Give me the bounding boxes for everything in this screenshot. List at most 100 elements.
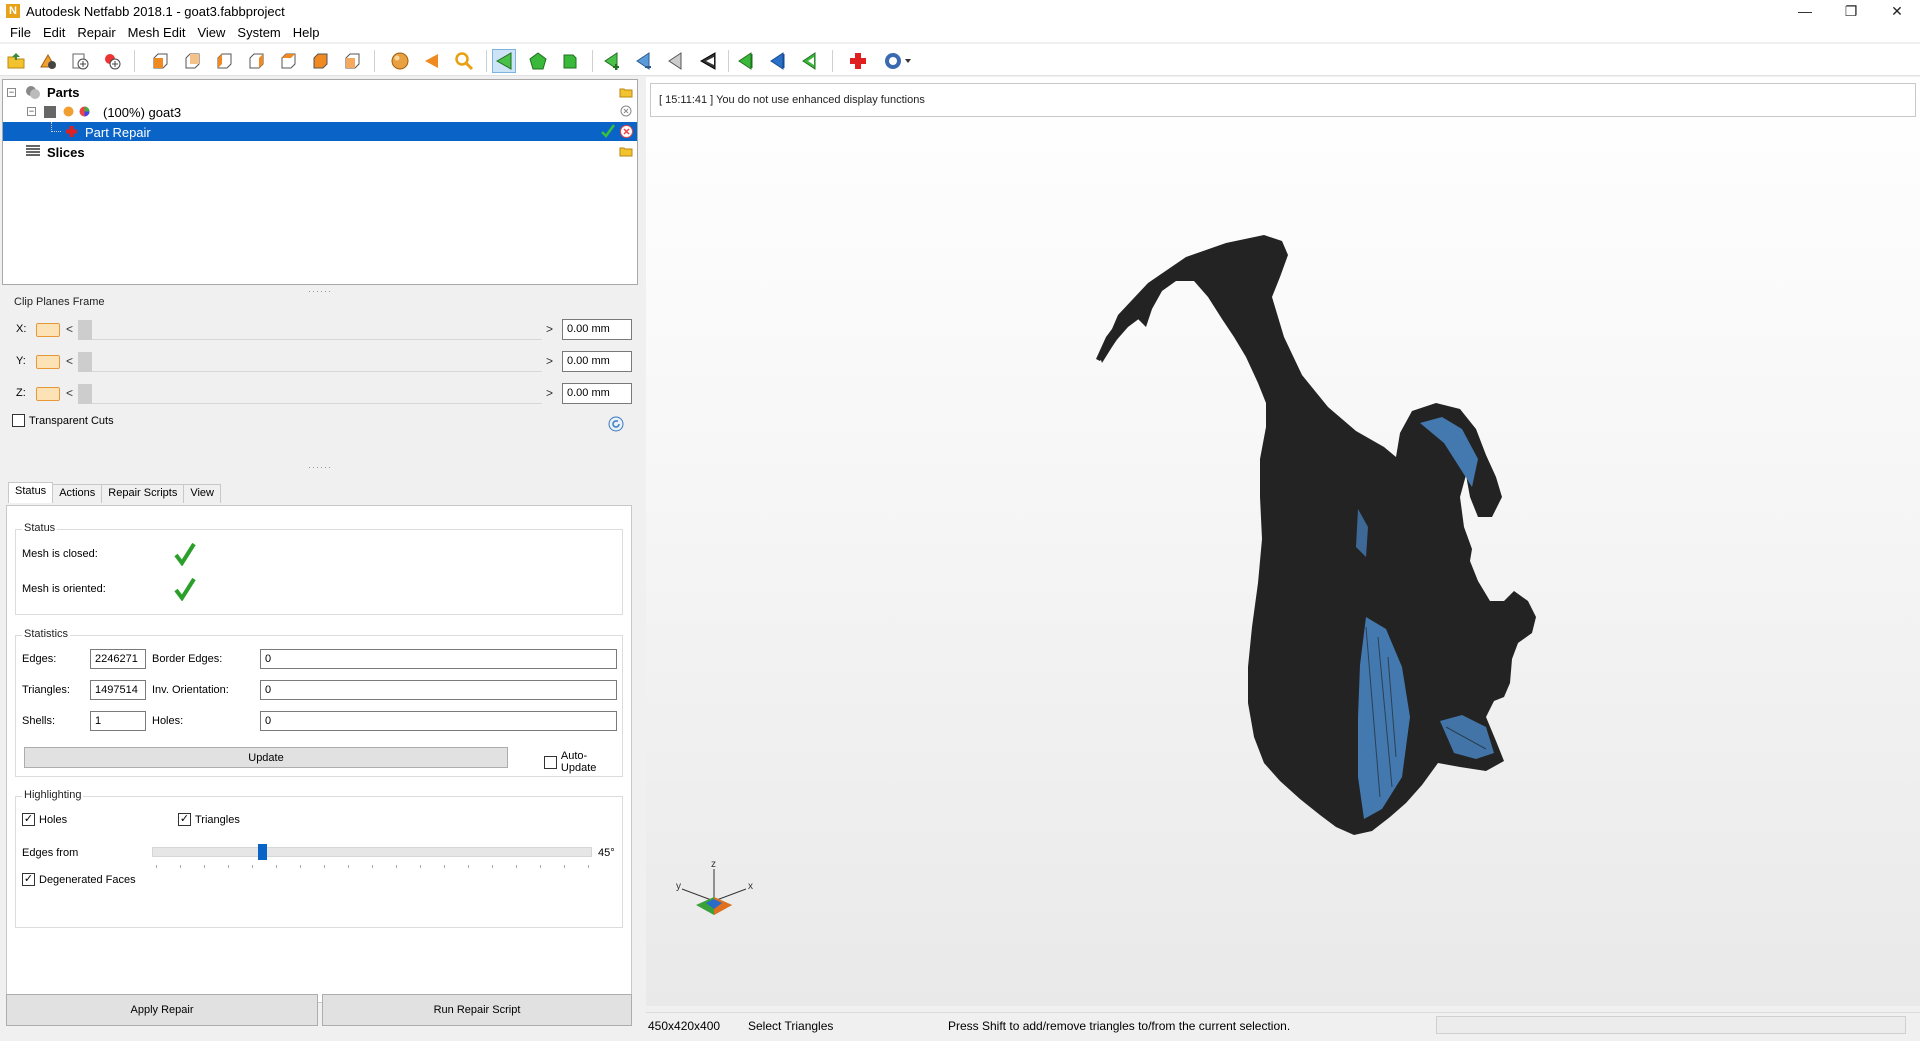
clip-decrease-button[interactable]: < xyxy=(66,386,73,400)
tab-view[interactable]: View xyxy=(183,484,221,503)
splitter-handle[interactable]: ······ xyxy=(305,463,335,472)
slider-tick xyxy=(228,865,229,868)
holes-stat-value: 0 xyxy=(260,711,617,731)
clip-increase-button[interactable]: > xyxy=(546,386,553,400)
reset-icon[interactable] xyxy=(608,416,624,432)
flip-green-icon[interactable] xyxy=(734,49,758,73)
clip-decrease-button[interactable]: < xyxy=(66,322,73,336)
clip-value-field[interactable]: 0.00 mm xyxy=(562,351,632,372)
clip-value-field[interactable]: 0.00 mm xyxy=(562,319,632,340)
close-window-button[interactable]: ✕ xyxy=(1874,0,1920,22)
clip-slider-track[interactable] xyxy=(78,384,542,404)
clip-value-field[interactable]: 0.00 mm xyxy=(562,383,632,404)
triangles-checkbox[interactable]: ✓ xyxy=(178,813,191,826)
flip-green-outline-icon[interactable] xyxy=(798,49,822,73)
selection-tool-icon[interactable] xyxy=(664,49,688,73)
select-shell-icon[interactable] xyxy=(558,49,582,73)
degenerated-faces-checkbox[interactable]: ✓ xyxy=(22,873,35,886)
repair-cross-small-icon xyxy=(66,126,77,137)
menu-system[interactable]: System xyxy=(231,25,286,40)
holes-option[interactable]: ✓ Holes xyxy=(22,813,67,826)
view-iso-icon[interactable] xyxy=(340,49,364,73)
clip-slider-thumb[interactable] xyxy=(78,352,92,372)
holes-checkbox[interactable]: ✓ xyxy=(22,813,35,826)
menu-file[interactable]: File xyxy=(4,25,37,40)
tab-actions[interactable]: Actions xyxy=(52,484,103,503)
clip-slider-thumb[interactable] xyxy=(78,384,92,404)
edges-label: Edges: xyxy=(22,653,57,665)
zoom-icon[interactable] xyxy=(452,49,476,73)
triangles-option[interactable]: ✓ Triangles xyxy=(178,813,240,826)
open-folder-icon[interactable] xyxy=(619,145,633,157)
degenerated-faces-label: Degenerated Faces xyxy=(39,873,136,886)
slider-tick xyxy=(468,865,469,868)
menu-mesh-edit[interactable]: Mesh Edit xyxy=(122,25,192,40)
minimize-button[interactable]: — xyxy=(1782,0,1828,22)
add-triangle-icon[interactable] xyxy=(600,49,624,73)
sphere-icon[interactable] xyxy=(388,49,412,73)
mesh-closed-check-icon xyxy=(174,542,196,566)
edges-from-slider-track[interactable] xyxy=(152,847,592,857)
open-project-icon[interactable] xyxy=(4,49,28,73)
view-left-icon[interactable] xyxy=(212,49,236,73)
open-folder-icon[interactable] xyxy=(619,86,633,98)
new-icon[interactable] xyxy=(100,49,124,73)
menu-edit[interactable]: Edit xyxy=(37,25,71,40)
view-right-icon[interactable] xyxy=(244,49,268,73)
view-top-icon[interactable] xyxy=(276,49,300,73)
arrow-left-icon[interactable] xyxy=(420,49,444,73)
degenerated-faces-option[interactable]: ✓ Degenerated Faces xyxy=(22,873,136,886)
restore-button[interactable]: ❐ xyxy=(1828,0,1874,22)
auto-update-option[interactable]: Auto-Update xyxy=(544,750,622,774)
select-triangle-icon[interactable] xyxy=(492,49,516,73)
splitter-handle[interactable]: ······ xyxy=(305,287,335,296)
clip-enable-toggle[interactable] xyxy=(36,355,60,369)
menu-view[interactable]: View xyxy=(191,25,231,40)
view-back-icon[interactable] xyxy=(180,49,204,73)
edges-from-slider-thumb[interactable] xyxy=(258,844,267,860)
collapse-toggle[interactable]: − xyxy=(7,88,16,97)
transparent-cuts-option[interactable]: Transparent Cuts xyxy=(12,414,114,427)
tree-item-goat3[interactable]: − (100%) goat3 xyxy=(3,102,637,121)
parts-icon xyxy=(26,86,40,99)
menu-repair[interactable]: Repair xyxy=(71,25,121,40)
shells-value: 1 xyxy=(90,711,146,731)
slider-tick xyxy=(276,865,277,868)
apply-check-icon[interactable] xyxy=(601,124,615,138)
tab-status[interactable]: Status xyxy=(8,482,54,503)
transparent-cuts-checkbox[interactable] xyxy=(12,414,25,427)
clip-row-z: Z: < > 0.00 mm xyxy=(12,382,632,406)
goat-mesh-model[interactable] xyxy=(1066,197,1586,957)
tree-item-slices[interactable]: Slices xyxy=(3,142,637,161)
clip-slider-thumb[interactable] xyxy=(78,320,92,340)
cancel-repair-icon[interactable] xyxy=(620,125,633,138)
flip-blue-icon[interactable] xyxy=(766,49,790,73)
view-front-icon[interactable] xyxy=(148,49,172,73)
clip-slider-track[interactable] xyxy=(78,320,542,340)
update-button[interactable]: Update xyxy=(24,747,508,768)
clip-increase-button[interactable]: > xyxy=(546,354,553,368)
tree-item-part-repair[interactable]: Part Repair xyxy=(3,122,637,141)
remove-part-icon[interactable] xyxy=(619,105,633,117)
run-repair-script-button[interactable]: Run Repair Script xyxy=(322,994,632,1026)
3d-viewport[interactable]: [ 15:11:41 ] You do not use enhanced dis… xyxy=(646,77,1920,1006)
clip-decrease-button[interactable]: < xyxy=(66,354,73,368)
apply-repair-button[interactable]: Apply Repair xyxy=(6,994,318,1026)
clip-slider-track[interactable] xyxy=(78,352,542,372)
clip-enable-toggle[interactable] xyxy=(36,323,60,337)
auto-update-checkbox[interactable] xyxy=(544,755,557,769)
add-part-icon[interactable] xyxy=(36,49,60,73)
remove-triangle-icon[interactable] xyxy=(632,49,656,73)
clip-increase-button[interactable]: > xyxy=(546,322,553,336)
select-surface-icon[interactable] xyxy=(526,49,550,73)
invert-selection-icon[interactable] xyxy=(696,49,720,73)
tab-repair-scripts[interactable]: Repair Scripts xyxy=(101,484,185,503)
collapse-toggle[interactable]: − xyxy=(27,107,36,116)
view-bottom-icon[interactable] xyxy=(308,49,332,73)
clip-enable-toggle[interactable] xyxy=(36,387,60,401)
menu-help[interactable]: Help xyxy=(287,25,326,40)
repair-cross-icon[interactable] xyxy=(846,49,870,73)
tree-item-parts[interactable]: − Parts xyxy=(3,83,637,102)
add-slice-icon[interactable] xyxy=(68,49,92,73)
help-dropdown-icon[interactable] xyxy=(880,49,916,73)
